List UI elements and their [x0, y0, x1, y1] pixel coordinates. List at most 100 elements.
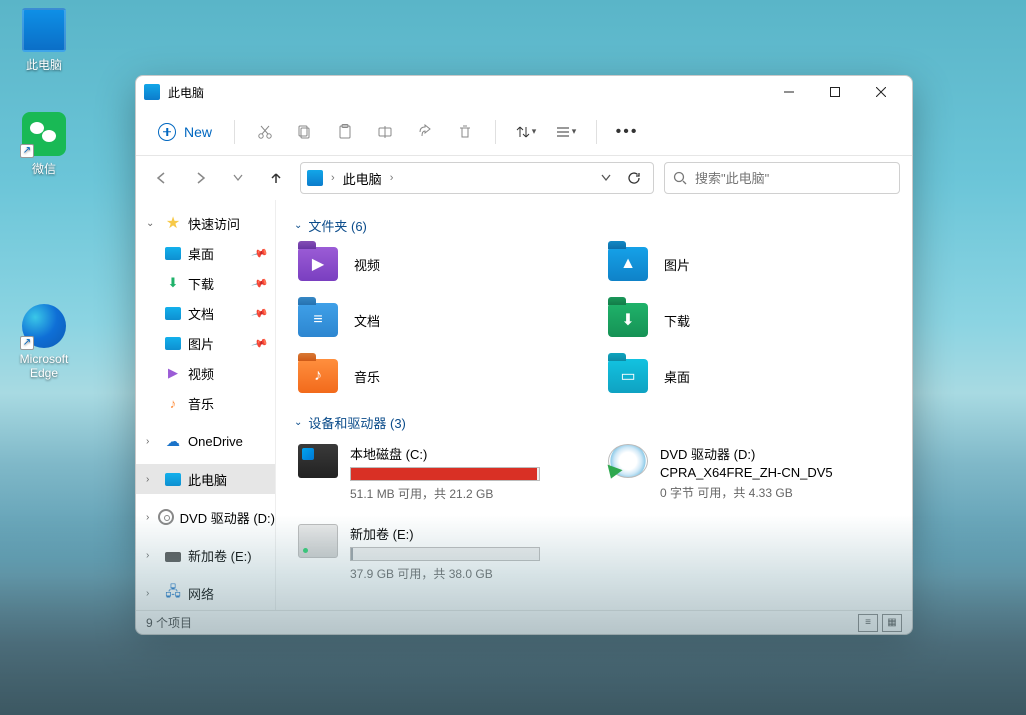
sidebar-documents[interactable]: 文档📌	[136, 298, 275, 328]
sidebar-videos[interactable]: ▶视频	[136, 358, 275, 388]
chevron-right-icon: ›	[146, 474, 158, 485]
shortcut-arrow-icon: ↗	[20, 144, 34, 158]
network-icon: 🖧	[164, 584, 182, 602]
close-icon	[876, 87, 886, 97]
chevron-right-icon: ›	[146, 550, 158, 561]
back-button	[148, 164, 176, 192]
music-folder-icon: ♪	[298, 359, 338, 393]
sidebar-quick-access[interactable]: ⌄ ★ 快速访问	[136, 208, 275, 238]
download-icon: ⬇	[164, 274, 182, 292]
sidebar-downloads[interactable]: ⬇下载📌	[136, 268, 275, 298]
desktop-icon-wechat[interactable]: ↗ 微信	[4, 112, 84, 177]
sidebar-dvd[interactable]: ›DVD 驱动器 (D:)	[136, 502, 275, 532]
drive-e[interactable]: 新加卷 (E:) 37.9 GB 可用，共 38.0 GB	[294, 522, 584, 584]
folder-music[interactable]: ♪ 音乐	[294, 357, 584, 395]
address-bar[interactable]: › 此电脑 ›	[300, 162, 654, 194]
toolbar: New ▾ ▾ •••	[136, 108, 912, 156]
folder-downloads[interactable]: ⬇下载	[604, 301, 894, 339]
desktop-icon-edge[interactable]: ↗ Microsoft Edge	[4, 304, 84, 380]
cut-button	[247, 116, 283, 148]
folder-videos[interactable]: ▶ 视频	[294, 245, 584, 283]
icons-view-button[interactable]: ▦	[882, 614, 902, 632]
sidebar-this-pc[interactable]: ›此电脑	[136, 464, 275, 494]
sidebar-item-label: OneDrive	[188, 434, 243, 449]
install-arrow-icon	[603, 465, 622, 482]
videos-folder-icon: ▶	[298, 247, 338, 281]
status-text: 9 个项目	[146, 614, 192, 631]
sidebar-music[interactable]: ♪ 音乐	[136, 388, 275, 418]
icons-view-icon: ▦	[887, 617, 896, 628]
sidebar-item-label: 音乐	[188, 394, 214, 413]
view-icon	[556, 125, 570, 139]
arrow-up-icon	[269, 171, 283, 185]
chevron-right-icon[interactable]: ›	[329, 172, 337, 184]
address-dropdown[interactable]	[597, 170, 615, 186]
more-button[interactable]: •••	[609, 116, 645, 148]
chevron-right-icon: ›	[146, 512, 152, 523]
group-header-devices[interactable]: ⌄ 设备和驱动器 (3)	[294, 413, 894, 432]
sort-button[interactable]: ▾	[508, 116, 544, 148]
drive-info: 51.1 MB 可用，共 21.2 GB	[350, 485, 540, 502]
view-button[interactable]: ▾	[548, 116, 584, 148]
cloud-icon: ☁	[164, 432, 182, 450]
folder-icon	[165, 337, 181, 350]
drive-c[interactable]: 本地磁盘 (C:) 51.1 MB 可用，共 21.2 GB	[294, 442, 584, 504]
share-icon	[417, 124, 433, 140]
sidebar-new-volume[interactable]: › 新加卷 (E:)	[136, 540, 275, 570]
breadcrumb-item[interactable]: 此电脑	[343, 169, 382, 188]
rename-button	[367, 116, 403, 148]
sidebar-onedrive[interactable]: ›☁OneDrive	[136, 426, 275, 456]
desktop-icon-label: 微信	[4, 160, 84, 177]
refresh-button[interactable]	[621, 167, 647, 189]
edge-icon: ↗	[22, 304, 66, 348]
arrow-left-icon	[155, 171, 169, 185]
drive-info: 0 字节 可用，共 4.33 GB	[660, 484, 833, 501]
group-header-folders[interactable]: ⌄ 文件夹 (6)	[294, 216, 894, 235]
new-button-label: New	[184, 124, 212, 140]
details-view-button[interactable]: ≡	[858, 614, 878, 632]
maximize-button[interactable]	[812, 76, 858, 108]
drive-usage-fill	[351, 548, 353, 560]
arrow-right-icon	[193, 171, 207, 185]
up-button[interactable]	[262, 164, 290, 192]
folder-documents[interactable]: ≡文档	[294, 301, 584, 339]
sidebar-item-label: 新加卷 (E:)	[188, 546, 252, 565]
minimize-button[interactable]	[766, 76, 812, 108]
sidebar-item-label: 快速访问	[188, 214, 240, 233]
details-view-icon: ≡	[865, 617, 871, 628]
sidebar-desktop[interactable]: 桌面📌	[136, 238, 275, 268]
desktop-icon-this-pc[interactable]: 此电脑	[4, 8, 84, 73]
content-pane: ⌄ 文件夹 (6) ▶ 视频 ▲图片 ≡文档 ⬇下载 ♪ 音乐 ▭桌面 ⌄ 设备和驱…	[276, 200, 912, 610]
folder-desktop[interactable]: ▭桌面	[604, 357, 894, 395]
cut-icon	[257, 124, 273, 140]
sidebar-item-label: 图片	[188, 334, 214, 353]
folder-label: 视频	[354, 255, 380, 274]
wechat-icon: ↗	[22, 112, 66, 156]
drive-d[interactable]: DVD 驱动器 (D:) CPRA_X64FRE_ZH-CN_DV5 0 字节 …	[604, 442, 894, 504]
chevron-down-icon: ▾	[532, 126, 537, 137]
sidebar-item-label: 文档	[188, 304, 214, 323]
this-pc-icon	[165, 473, 181, 486]
sidebar-pictures[interactable]: 图片 📌	[136, 328, 275, 358]
refresh-icon	[627, 171, 641, 185]
folder-label: 图片	[664, 255, 690, 274]
music-icon: ♪	[164, 394, 182, 412]
chevron-down-icon: ⌄	[146, 218, 158, 229]
titlebar[interactable]: 此电脑	[136, 76, 912, 108]
folder-pictures[interactable]: ▲图片	[604, 245, 894, 283]
pin-icon: 📌	[251, 334, 269, 352]
separator	[596, 120, 597, 144]
sidebar-network[interactable]: ›🖧网络	[136, 578, 275, 608]
sort-icon	[516, 125, 530, 139]
drive-name: DVD 驱动器 (D:)	[660, 444, 833, 463]
close-button[interactable]	[858, 76, 904, 108]
search-input[interactable]	[695, 171, 891, 186]
search-bar[interactable]	[664, 162, 900, 194]
sidebar-item-label: 桌面	[188, 244, 214, 263]
chevron-right-icon[interactable]: ›	[388, 172, 396, 184]
more-icon: •••	[616, 123, 639, 141]
this-pc-icon	[144, 84, 160, 100]
desktop-wallpaper: 此电脑 ↗ 微信 ↗ Microsoft Edge 此电脑	[0, 0, 1026, 715]
new-button[interactable]: New	[148, 117, 222, 147]
folder-label: 音乐	[354, 367, 380, 386]
